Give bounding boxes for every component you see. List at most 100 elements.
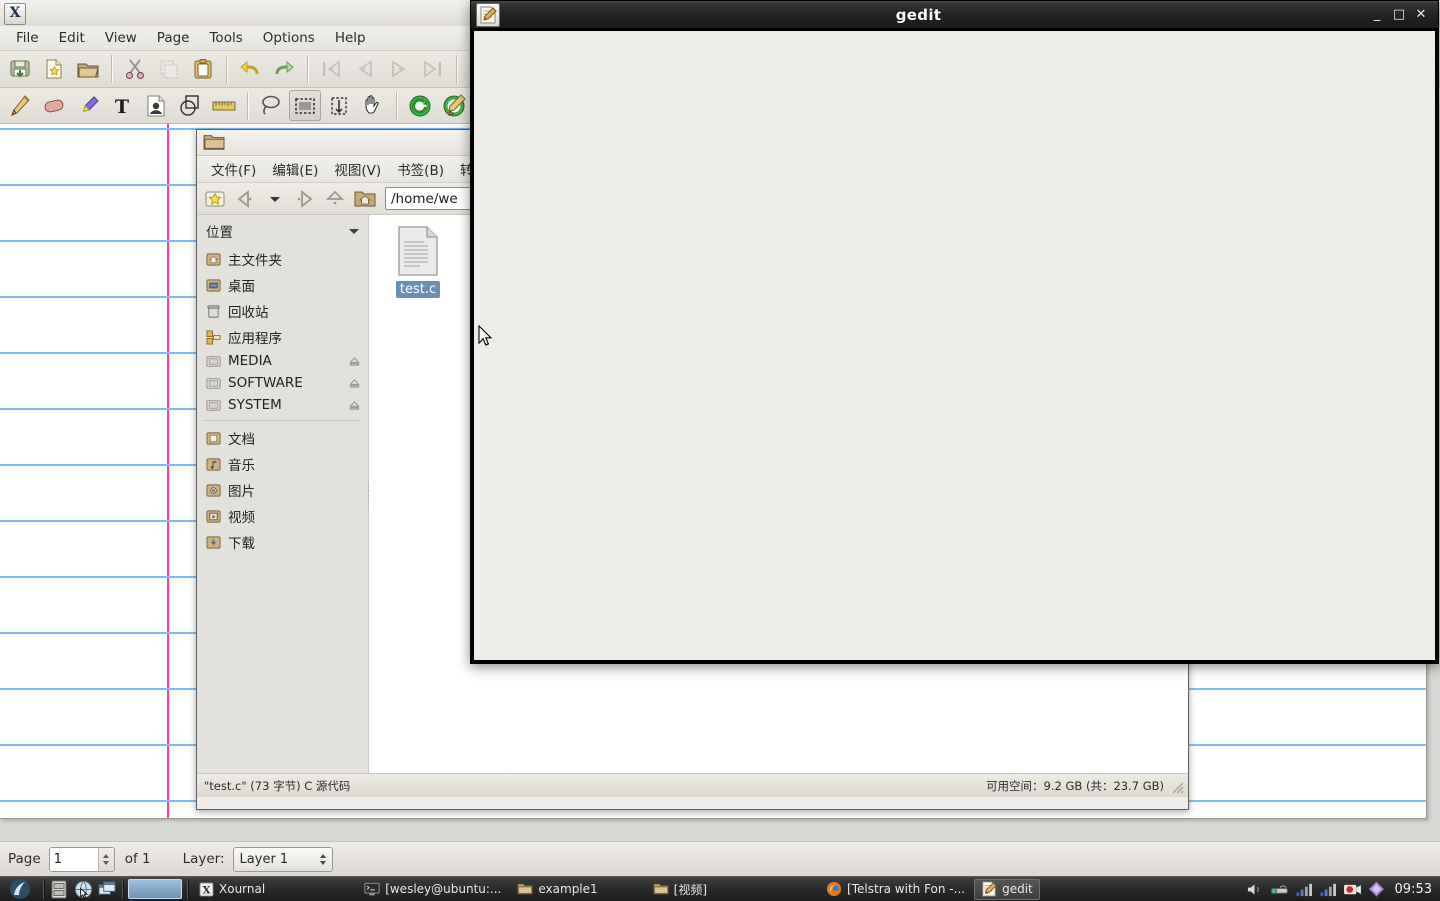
minimize-button[interactable]: _	[1366, 1, 1388, 28]
place-desktop[interactable]: 桌面	[197, 272, 368, 298]
place-label: 下载	[228, 536, 255, 552]
place-music[interactable]: 音乐	[197, 451, 368, 477]
place-videos[interactable]: 视频	[197, 503, 368, 529]
task-label: Xournal	[219, 882, 266, 896]
eject-icon[interactable]	[349, 378, 360, 389]
place-home[interactable]: 主文件夹	[197, 246, 368, 272]
ruler-tool-button[interactable]	[208, 90, 240, 121]
new-button[interactable]	[38, 54, 70, 85]
signal-bars-icon[interactable]	[1295, 882, 1313, 897]
text-tool-button[interactable]: T	[106, 90, 138, 121]
back-button[interactable]	[231, 186, 259, 212]
history-dropdown-button[interactable]	[261, 186, 289, 212]
launcher-show-desktop[interactable]	[95, 878, 119, 900]
image-tool-button[interactable]	[140, 90, 172, 121]
task-gedit[interactable]: gedit	[974, 878, 1040, 900]
gedit-content-area[interactable]	[474, 31, 1435, 660]
file-item-test-c[interactable]: test.c	[383, 225, 453, 298]
task-xournal[interactable]: X Xournal	[192, 879, 272, 900]
close-button[interactable]: ✕	[1410, 1, 1432, 28]
gedit-window[interactable]: gedit _ □ ✕	[470, 0, 1439, 664]
menu-edit[interactable]: Edit	[49, 28, 95, 48]
gedit-titlebar[interactable]: gedit _ □ ✕	[471, 1, 1438, 28]
save-button[interactable]	[4, 54, 36, 85]
fm-menu-view[interactable]: 视图(V)	[326, 157, 389, 181]
place-trash[interactable]: 回收站	[197, 298, 368, 324]
last-page-button[interactable]	[417, 54, 449, 85]
task-terminal[interactable]: [wesley@ubuntu:...	[357, 879, 508, 900]
fm-menu-bookmarks[interactable]: 书签(B)	[389, 157, 452, 181]
place-label: 图片	[228, 484, 255, 500]
highlighter-tool-button[interactable]	[72, 90, 104, 121]
previous-page-button[interactable]	[349, 54, 381, 85]
menu-file[interactable]: File	[6, 28, 49, 48]
paste-button[interactable]	[187, 54, 219, 85]
rectangle-select-button[interactable]	[289, 90, 321, 121]
menu-options[interactable]: Options	[253, 28, 325, 48]
svg-text:X: X	[203, 884, 211, 896]
place-software[interactable]: SOFTWARE	[197, 372, 368, 394]
pen-tool-button[interactable]	[4, 90, 36, 121]
eject-icon[interactable]	[349, 356, 360, 367]
resize-grip[interactable]	[1168, 778, 1184, 794]
open-button[interactable]	[72, 54, 104, 85]
redo-button[interactable]	[268, 54, 300, 85]
new-tab-button[interactable]	[201, 186, 229, 212]
place-pictures[interactable]: 图片	[197, 477, 368, 503]
places-sidebar[interactable]: 位置 主文件夹 桌面 回收站 应用程序 MEDIA SOFTWARE SYSTE…	[197, 215, 370, 773]
hand-tool-button[interactable]	[357, 90, 389, 121]
lasso-select-button[interactable]	[255, 90, 287, 121]
place-label: MEDIA	[228, 353, 272, 369]
menu-tools[interactable]: Tools	[199, 28, 252, 48]
task-firefox[interactable]: [Telstra with Fon -...	[819, 879, 972, 900]
forward-button[interactable]	[291, 186, 319, 212]
first-page-button[interactable]	[315, 54, 347, 85]
signal-bars-2-icon[interactable]	[1319, 882, 1337, 897]
task-videos-folder[interactable]: [视频]	[646, 879, 714, 900]
page-number-input[interactable]	[49, 847, 98, 871]
eject-icon[interactable]	[349, 400, 360, 411]
page-stepper[interactable]	[48, 846, 115, 872]
network-icon[interactable]	[1269, 882, 1289, 897]
fm-menu-file[interactable]: 文件(F)	[203, 157, 264, 181]
up-button[interactable]	[321, 186, 349, 212]
shape-tool-button[interactable]	[174, 90, 206, 121]
start-button[interactable]	[0, 877, 40, 901]
folder-icon	[653, 883, 669, 895]
place-system[interactable]: SYSTEM	[197, 394, 368, 416]
chevron-down-icon[interactable]	[348, 225, 360, 237]
cut-button[interactable]	[119, 54, 151, 85]
configure-pen-button[interactable]	[438, 90, 470, 121]
record-icon[interactable]	[1343, 882, 1362, 897]
eraser-tool-button[interactable]	[38, 90, 70, 121]
desktop-1[interactable]	[128, 879, 182, 899]
place-media[interactable]: MEDIA	[197, 350, 368, 372]
launcher-file-cabinet[interactable]	[47, 878, 71, 900]
places-header-label: 位置	[206, 225, 233, 241]
copy-button[interactable]	[153, 54, 185, 85]
volume-icon[interactable]	[1246, 882, 1263, 897]
default-pen-button[interactable]	[404, 90, 436, 121]
next-page-button[interactable]	[383, 54, 415, 85]
home-button[interactable]	[351, 186, 379, 212]
page-stepper-arrows[interactable]	[97, 847, 114, 871]
layer-select[interactable]: Layer 1	[232, 846, 333, 872]
diamond-icon[interactable]	[1368, 881, 1385, 897]
vertical-space-button[interactable]	[323, 90, 355, 121]
system-tray: 09:53	[1246, 881, 1440, 897]
clock[interactable]: 09:53	[1395, 882, 1432, 897]
fm-menu-edit[interactable]: 编辑(E)	[264, 157, 326, 181]
place-downloads[interactable]: 下载	[197, 529, 368, 555]
launcher-web-browser[interactable]	[71, 878, 95, 900]
menu-page[interactable]: Page	[147, 28, 200, 48]
place-label: 回收站	[228, 305, 269, 321]
task-example1[interactable]: example1	[510, 879, 604, 900]
undo-button[interactable]	[234, 54, 266, 85]
menu-view[interactable]: View	[95, 28, 147, 48]
place-applications[interactable]: 应用程序	[197, 324, 368, 350]
menu-help[interactable]: Help	[325, 28, 376, 48]
task-label: gedit	[1002, 882, 1033, 896]
places-header[interactable]: 位置	[197, 218, 368, 246]
place-documents[interactable]: 文档	[197, 425, 368, 451]
maximize-button[interactable]: □	[1388, 1, 1410, 28]
